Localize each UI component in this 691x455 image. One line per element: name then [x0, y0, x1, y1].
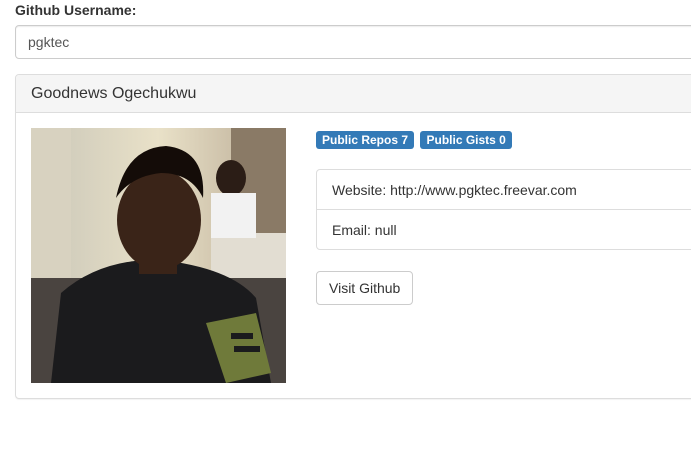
- visit-github-button[interactable]: Visit Github: [316, 271, 414, 305]
- public-repos-badge: Public Repos 7: [316, 131, 415, 149]
- website-item: Website: http://www.pgktec.freevar.com: [316, 169, 691, 210]
- profile-name-heading: Goodnews Ogechukwu: [16, 75, 691, 113]
- username-label: Github Username:: [15, 2, 137, 18]
- username-input[interactable]: [15, 25, 691, 59]
- avatar: [31, 128, 286, 383]
- stats-badges: Public Repos 7 Public Gists 0: [316, 131, 514, 149]
- avatar-image: [31, 128, 286, 383]
- user-profile-panel: Goodnews Ogechukwu Public Repos 7 Public…: [15, 74, 691, 399]
- email-item: Email: null: [316, 209, 691, 250]
- public-gists-badge: Public Gists 0: [420, 131, 512, 149]
- profile-details-list: Website: http://www.pgktec.freevar.com E…: [316, 169, 691, 250]
